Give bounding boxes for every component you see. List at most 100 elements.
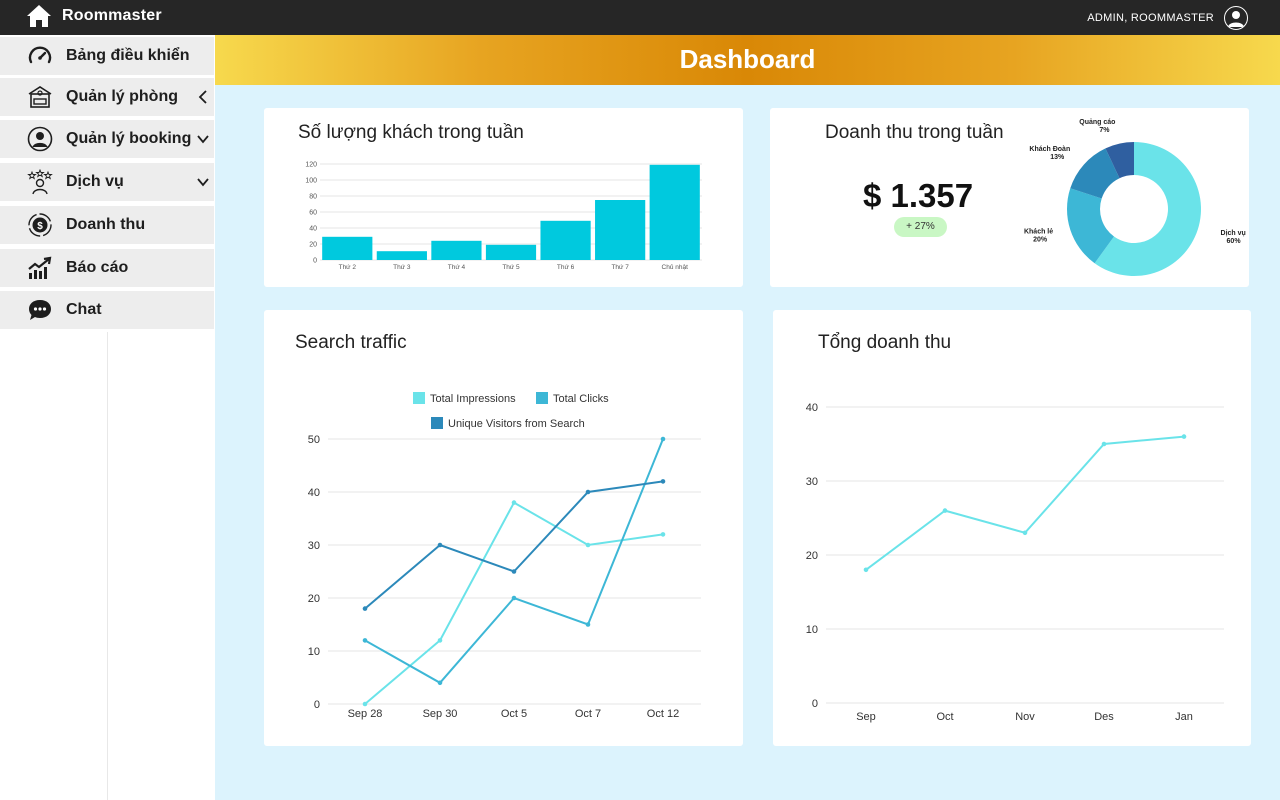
sidebar-divider [107, 332, 108, 800]
data-point [511, 500, 517, 505]
sidebar-item-label: Báo cáo [66, 259, 129, 276]
avatar-icon[interactable] [1224, 6, 1248, 30]
bar [649, 164, 700, 260]
sidebar-item-label: Quản lý phòng [66, 88, 178, 105]
sidebar-item-chat[interactable]: Chat [0, 291, 214, 329]
legend-swatch [536, 392, 548, 404]
chevron-down-icon[interactable] [196, 131, 210, 147]
user-circle-icon [26, 126, 54, 152]
x-tick-label: Oct 12 [647, 708, 679, 720]
sidebar-item-reports[interactable]: Báo cáo [0, 249, 214, 287]
y-tick-label: 0 [314, 699, 320, 711]
y-tick-label: 80 [309, 194, 317, 201]
series-line [364, 438, 664, 685]
data-point [362, 701, 368, 707]
revenue-week-card: Doanh thu trong tuần $ 1.357 + 27% Dịch … [770, 108, 1249, 287]
data-point [585, 489, 591, 495]
x-tick-label: Oct [936, 711, 953, 723]
search-traffic-card: Search traffic 0 10 20 30 40 50 Sep 28 Sep 30 Oc… [264, 310, 743, 746]
sidebar-item-rooms[interactable]: Quản lý phòng [0, 78, 214, 116]
data-point [585, 542, 591, 548]
guests-card: Số lượng khách trong tuần 0 20 40 60 80 100 12… [264, 108, 743, 287]
pie-label: Khách Đoàn [1029, 146, 1070, 153]
y-tick-label: 100 [305, 178, 317, 185]
dollar-coin-icon: $ [26, 213, 54, 237]
data-point [1181, 434, 1187, 439]
series-line [865, 435, 1185, 571]
sidebar-item-dashboard[interactable]: Bảng điều khiển [0, 37, 214, 75]
main-content: Dashboard Số lượng khách trong tuần 0 20 4… [215, 35, 1280, 800]
bar [540, 220, 591, 260]
data-point [362, 606, 368, 611]
legend-swatch [413, 392, 425, 404]
data-point [511, 569, 517, 574]
total-revenue-line-chart: 0 10 20 30 40 Sep Oct Nov Des Jan [806, 402, 1224, 723]
pie-value-label: 20% [1033, 236, 1048, 243]
brand[interactable]: Roommaster [26, 4, 162, 28]
y-tick-label: 40 [806, 402, 818, 414]
bar [431, 240, 482, 260]
room-icon [26, 85, 54, 109]
x-tick-label: Thứ 2 [339, 264, 357, 271]
sidebar-item-revenue[interactable]: $ Doanh thu [0, 206, 214, 244]
y-tick-label: 0 [313, 258, 317, 265]
revenue-donut-chart: Dịch vụ60% Khách lẻ20% Khách Đoàn13% Quảng … [1024, 119, 1246, 276]
app-name: Roommaster [62, 7, 162, 24]
user-menu[interactable]: ADMIN, ROOMMASTER [1087, 6, 1248, 30]
y-tick-label: 30 [308, 540, 320, 552]
data-point [942, 508, 948, 513]
legend-label: Unique Visitors from Search [448, 418, 585, 430]
pie-label: Quảng cáo [1079, 119, 1115, 126]
sidebar-item-label: Quản lý booking [66, 130, 192, 147]
data-point [437, 680, 443, 686]
service-star-icon [26, 169, 54, 195]
series-line [364, 501, 664, 705]
legend-swatch [431, 417, 443, 429]
y-tick-label: 10 [806, 624, 818, 636]
x-tick-label: Thứ 4 [448, 264, 466, 271]
x-tick-label: Chủ nhật [662, 263, 689, 271]
sidebar-item-label: Chat [66, 301, 102, 318]
data-point [1022, 530, 1028, 536]
x-tick-label: Oct 5 [501, 708, 527, 720]
y-tick-label: 60 [309, 210, 317, 217]
x-tick-label: Thứ 6 [557, 264, 575, 271]
bar [485, 244, 537, 260]
pie-value-label: 60% [1227, 238, 1242, 245]
x-tick-label: Thứ 7 [611, 264, 629, 271]
x-tick-label: Sep 30 [423, 708, 458, 720]
bar [376, 251, 427, 260]
chevron-left-icon[interactable] [196, 89, 210, 105]
user-name: ADMIN, ROOMMASTER [1087, 12, 1214, 24]
legend-label: Total Clicks [553, 393, 609, 405]
x-tick-label: Thứ 3 [393, 264, 411, 271]
x-tick-label: Sep [856, 711, 876, 723]
pie-label: Dịch vụ [1221, 230, 1246, 237]
y-tick-label: 10 [308, 646, 320, 658]
chat-bubble-icon [26, 298, 54, 322]
sidebar: Bảng điều khiển Quản lý phòng Quản lý bo… [0, 35, 215, 800]
legend-label: Total Impressions [430, 393, 516, 405]
x-tick-label: Oct 7 [575, 708, 601, 720]
svg-text:$: $ [37, 221, 43, 232]
pie-value-label: 13% [1050, 154, 1065, 161]
sidebar-item-services[interactable]: Dịch vụ [0, 163, 214, 201]
data-point [511, 595, 517, 601]
y-tick-label: 40 [308, 487, 320, 499]
y-tick-label: 30 [806, 476, 818, 488]
y-tick-label: 20 [309, 242, 317, 249]
x-tick-label: Jan [1175, 711, 1193, 723]
y-tick-label: 20 [806, 550, 818, 562]
report-chart-icon [26, 256, 54, 280]
y-tick-label: 20 [308, 593, 320, 605]
sidebar-item-label: Bảng điều khiển [66, 47, 190, 64]
x-tick-label: Thứ 5 [502, 264, 520, 271]
chevron-down-icon[interactable] [196, 174, 210, 190]
y-tick-label: 120 [305, 162, 317, 169]
sidebar-item-booking[interactable]: Quản lý booking [0, 120, 214, 158]
data-point [660, 436, 666, 442]
data-point [863, 567, 869, 573]
data-point [437, 638, 443, 643]
data-point [362, 638, 368, 643]
y-tick-label: 40 [309, 226, 317, 233]
